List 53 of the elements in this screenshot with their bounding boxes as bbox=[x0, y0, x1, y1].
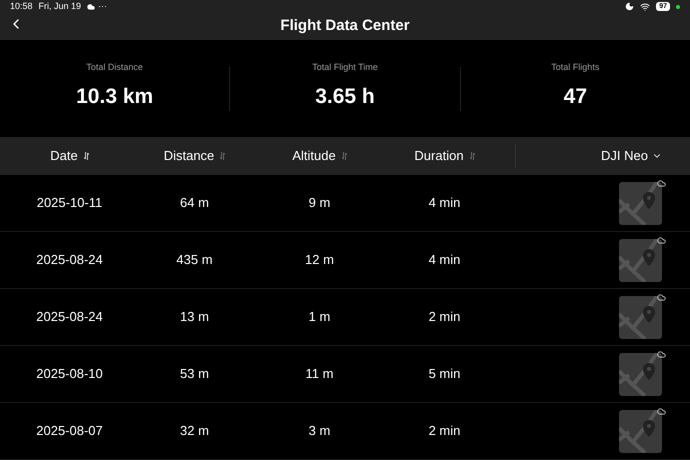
flight-row[interactable]: 2025-08-24 435 m 12 m 4 min bbox=[0, 232, 690, 289]
flight-row[interactable]: 2025-08-07 32 m 3 m 2 min bbox=[0, 403, 690, 460]
column-header[interactable]: Altitude bbox=[257, 146, 382, 166]
distance-cell-text: 32 m bbox=[179, 422, 210, 440]
date-cell-text: 2025-08-07 bbox=[35, 422, 104, 440]
more-indicator: ··· bbox=[98, 0, 108, 13]
map-thumbnail-icon[interactable] bbox=[619, 238, 662, 282]
column-header[interactable]: Distance bbox=[132, 146, 257, 166]
duration-cell-text: 5 min bbox=[428, 365, 462, 384]
stat-value: 10.3 km bbox=[76, 84, 154, 110]
cloud-icon bbox=[657, 292, 666, 302]
cloud-icon bbox=[657, 236, 666, 244]
distance-cell-text: 53 m bbox=[179, 365, 210, 384]
column-header[interactable]: Duration bbox=[382, 146, 507, 166]
map-thumbnail-icon[interactable] bbox=[619, 296, 662, 338]
cloud-icon bbox=[657, 350, 666, 358]
stat-value: 47 bbox=[564, 84, 587, 110]
status-time: 10:58 bbox=[10, 0, 33, 13]
device-dropdown[interactable]: DJI Neo bbox=[601, 146, 662, 166]
map-thumbnail-icon[interactable] bbox=[619, 182, 662, 224]
distance-cell-text: 64 m bbox=[179, 194, 210, 212]
status-date: Fri, Jun 19 bbox=[38, 0, 82, 13]
map-thumbnail-icon[interactable] bbox=[619, 352, 662, 396]
map-thumbnail-icon[interactable] bbox=[619, 410, 662, 452]
stat-label: Total Flight Time bbox=[312, 61, 378, 74]
flight-row[interactable]: 2025-10-11 64 m 9 m 4 min bbox=[0, 175, 690, 232]
altitude-cell-text: 1 m bbox=[308, 308, 332, 326]
duration-cell-text: 2 min bbox=[428, 308, 462, 326]
flight-row[interactable]: 2025-08-10 53 m 11 m 5 min bbox=[0, 346, 690, 403]
cloud-icon bbox=[657, 178, 666, 188]
cloud-icon bbox=[87, 2, 96, 10]
distance-cell-text: 13 m bbox=[179, 308, 210, 326]
altitude-cell-text: 3 m bbox=[308, 422, 332, 440]
page-title: Flight Data Center bbox=[280, 16, 410, 36]
cloud-icon bbox=[657, 406, 666, 416]
date-cell-text: 2025-08-10 bbox=[35, 365, 104, 384]
date-cell-text: 2025-10-11 bbox=[36, 194, 104, 212]
stat-label: Total Distance bbox=[86, 61, 143, 74]
column-header[interactable]: Date bbox=[7, 146, 132, 166]
duration-cell-text: 2 min bbox=[428, 422, 462, 440]
moon-icon bbox=[625, 2, 634, 11]
date-cell-text: 2025-08-24 bbox=[35, 251, 104, 270]
stat-label: Total Flights bbox=[551, 61, 600, 74]
flight-row[interactable]: 2025-08-24 13 m 1 m 2 min bbox=[0, 289, 690, 346]
stat-value: 3.65 h bbox=[315, 84, 375, 110]
duration-cell-text: 4 min bbox=[428, 194, 462, 212]
wifi-icon bbox=[640, 2, 650, 12]
duration-cell-text: 4 min bbox=[428, 251, 462, 270]
altitude-cell-text: 11 m bbox=[304, 365, 334, 384]
distance-cell-text: 435 m bbox=[175, 251, 214, 270]
altitude-cell-text: 12 m bbox=[304, 251, 335, 270]
date-cell-text: 2025-08-24 bbox=[35, 308, 104, 326]
altitude-cell-text: 9 m bbox=[308, 194, 332, 212]
